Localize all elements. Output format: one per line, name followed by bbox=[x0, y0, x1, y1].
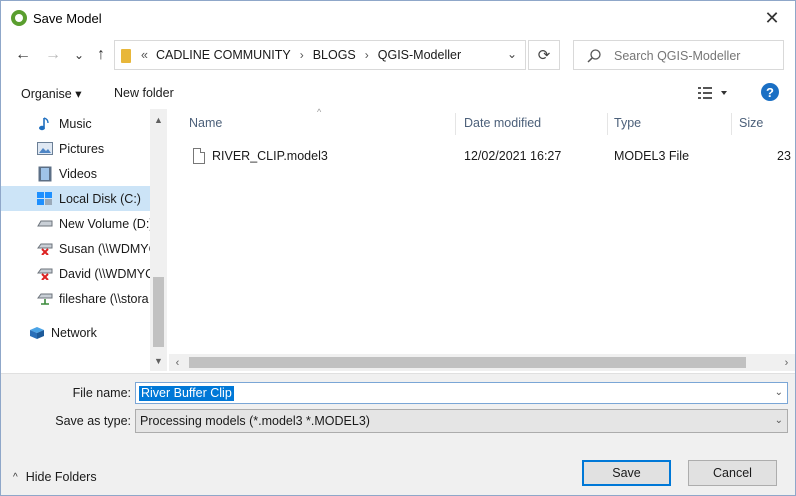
column-divider[interactable] bbox=[455, 113, 456, 135]
music-icon bbox=[37, 116, 53, 131]
pictures-icon bbox=[37, 142, 53, 156]
scrollbar-thumb[interactable] bbox=[153, 277, 164, 347]
sidebar-scrollbar[interactable]: ▲ ▼ bbox=[150, 109, 167, 371]
scroll-down-icon[interactable]: ▼ bbox=[150, 352, 167, 369]
back-arrow-icon[interactable]: ← bbox=[13, 45, 33, 65]
chevron-up-icon: ^ bbox=[13, 471, 18, 483]
local-disk-icon bbox=[37, 191, 53, 206]
breadcrumb-item-cadline-community[interactable]: CADLINE COMMUNITY bbox=[156, 48, 291, 62]
cancel-button[interactable]: Cancel bbox=[688, 460, 777, 486]
column-divider[interactable] bbox=[607, 113, 608, 135]
scrollbar-thumb[interactable] bbox=[189, 357, 746, 368]
sidebar-item-fileshare[interactable]: fileshare (\\stora bbox=[1, 286, 151, 311]
save-button[interactable]: Save bbox=[582, 460, 671, 486]
horizontal-scrollbar[interactable]: ‹ › bbox=[169, 354, 795, 371]
view-options-icon[interactable] bbox=[697, 85, 727, 101]
network-drive-icon bbox=[37, 292, 53, 306]
sidebar-item-label: New Volume (D:) bbox=[59, 216, 151, 231]
column-header-label: Name bbox=[189, 116, 223, 130]
refresh-button[interactable]: ⟳ bbox=[528, 40, 560, 70]
file-name-field[interactable]: River Buffer Clip ⌄ bbox=[135, 382, 788, 404]
recent-locations-icon[interactable]: ⌄ bbox=[69, 45, 89, 65]
file-list: Name ^ Date modified Type Size RIVER_CLI… bbox=[169, 107, 795, 371]
sidebar-item-videos[interactable]: Videos bbox=[1, 161, 151, 186]
column-header-name[interactable]: Name bbox=[189, 116, 222, 130]
sidebar-item-label: David (\\WDMYC bbox=[59, 266, 151, 281]
save-model-dialog: Save Model ✕ ← → ⌄ ↑ « CADLINE COMMUNITY… bbox=[0, 0, 796, 496]
address-bar[interactable]: « CADLINE COMMUNITY › BLOGS › QGIS-Model… bbox=[114, 40, 526, 70]
breadcrumb-item-blogs[interactable]: BLOGS bbox=[313, 48, 356, 62]
breadcrumb: « CADLINE COMMUNITY › BLOGS › QGIS-Model… bbox=[141, 48, 461, 62]
navigation-bar: ← → ⌄ ↑ « CADLINE COMMUNITY › BLOGS › QG… bbox=[1, 35, 795, 75]
save-as-type-label: Save as type: bbox=[55, 414, 131, 428]
sidebar-item-network[interactable]: Network bbox=[1, 320, 151, 345]
videos-icon bbox=[37, 166, 53, 181]
file-name-value[interactable]: River Buffer Clip bbox=[139, 386, 234, 401]
close-button[interactable]: ✕ bbox=[749, 1, 795, 35]
sidebar-item-label: fileshare (\\stora bbox=[59, 291, 149, 306]
file-size: 23 bbox=[777, 149, 791, 163]
title-bar: Save Model ✕ bbox=[1, 1, 795, 35]
sidebar-item-new-volume[interactable]: New Volume (D:) bbox=[1, 211, 151, 236]
sidebar-item-label: Network bbox=[51, 325, 97, 340]
organise-menu-button[interactable]: Organise ▾ bbox=[21, 86, 81, 101]
sidebar-item-david[interactable]: David (\\WDMYC bbox=[1, 261, 151, 286]
disconnected-drive-icon bbox=[37, 242, 53, 256]
drive-icon bbox=[37, 217, 53, 231]
sidebar-item-local-disk[interactable]: Local Disk (C:) bbox=[1, 186, 151, 211]
dialog-title: Save Model bbox=[33, 11, 102, 26]
new-folder-button[interactable]: New folder bbox=[114, 86, 174, 100]
folder-icon bbox=[121, 49, 131, 63]
sidebar-item-pictures[interactable]: Pictures bbox=[1, 136, 151, 161]
navigation-pane: Music Pictures Videos Local Disk (C:) Ne… bbox=[1, 109, 167, 371]
hide-folders-button[interactable]: ^ Hide Folders bbox=[13, 470, 97, 484]
search-icon bbox=[587, 49, 601, 63]
search-input[interactable]: Search QGIS-Modeller bbox=[573, 40, 784, 70]
save-as-type-select[interactable]: Processing models (*.model3 *.MODEL3) ⌄ bbox=[135, 409, 788, 433]
breadcrumb-separator[interactable]: › bbox=[365, 48, 369, 62]
sidebar-item-label: Pictures bbox=[59, 141, 105, 156]
qgis-logo-icon bbox=[11, 10, 27, 26]
disconnected-drive-icon bbox=[37, 267, 53, 281]
column-header-size[interactable]: Size bbox=[739, 116, 763, 130]
chevron-down-icon[interactable]: ⌄ bbox=[775, 387, 783, 398]
file-type: MODEL3 File bbox=[614, 149, 690, 163]
column-header-date-modified[interactable]: Date modified bbox=[464, 116, 541, 130]
up-arrow-icon[interactable]: ↑ bbox=[91, 45, 111, 65]
column-divider[interactable] bbox=[731, 113, 732, 135]
save-as-type-value: Processing models (*.model3 *.MODEL3) bbox=[140, 414, 370, 428]
file-name: RIVER_CLIP.model3 bbox=[212, 149, 328, 163]
scroll-left-icon[interactable]: ‹ bbox=[169, 354, 186, 371]
save-form: File name: River Buffer Clip ⌄ Save as t… bbox=[1, 373, 795, 495]
sidebar-item-susan[interactable]: Susan (\\WDMYC bbox=[1, 236, 151, 261]
breadcrumb-overflow[interactable]: « bbox=[141, 48, 148, 62]
sidebar-item-label: Music bbox=[59, 116, 92, 131]
sort-indicator-icon: ^ bbox=[317, 107, 322, 117]
help-icon[interactable]: ? bbox=[761, 83, 779, 101]
sidebar-item-label: Videos bbox=[59, 166, 97, 181]
breadcrumb-separator[interactable]: › bbox=[300, 48, 304, 62]
address-dropdown-icon[interactable]: ⌄ bbox=[507, 47, 517, 61]
scroll-up-icon[interactable]: ▲ bbox=[150, 111, 167, 128]
scroll-right-icon[interactable]: › bbox=[778, 354, 795, 371]
file-row[interactable]: RIVER_CLIP.model3 12/02/2021 16:27 MODEL… bbox=[187, 145, 791, 167]
network-icon bbox=[29, 326, 45, 340]
hide-folders-label: Hide Folders bbox=[25, 470, 97, 484]
sidebar-item-label: Local Disk (C:) bbox=[59, 191, 141, 206]
breadcrumb-item-qgis-modeller[interactable]: QGIS-Modeller bbox=[378, 48, 461, 62]
file-date: 12/02/2021 16:27 bbox=[464, 149, 562, 163]
column-header-type[interactable]: Type bbox=[614, 116, 641, 130]
file-name-label: File name: bbox=[72, 386, 131, 400]
file-icon bbox=[193, 148, 205, 164]
sidebar-item-music[interactable]: Music bbox=[1, 111, 151, 136]
sidebar-item-label: Susan (\\WDMYC bbox=[59, 241, 151, 256]
search-placeholder: Search QGIS-Modeller bbox=[614, 49, 741, 63]
command-bar: Organise ▾ New folder ? bbox=[1, 77, 795, 109]
forward-arrow-icon[interactable]: → bbox=[43, 45, 63, 65]
chevron-down-icon[interactable]: ⌄ bbox=[775, 415, 783, 426]
